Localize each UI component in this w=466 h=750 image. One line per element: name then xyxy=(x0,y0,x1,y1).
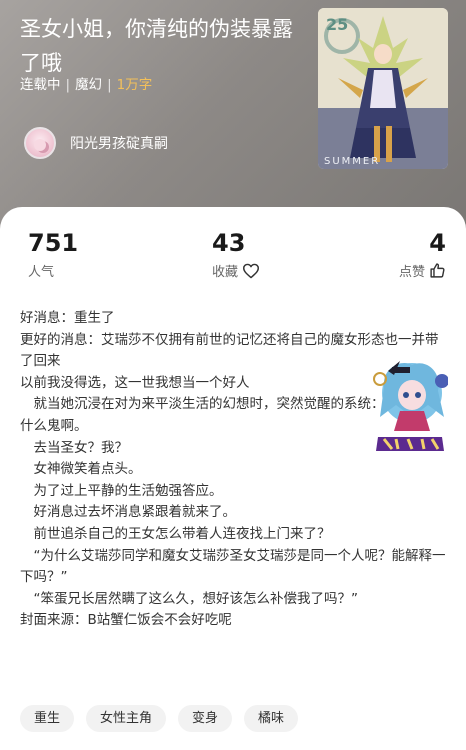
book-detail-card: 751 人气 43 收藏 4 点赞 好消息：重生了 更好的消息：艾瑞莎不仅拥有前… xyxy=(0,207,466,750)
popularity-value: 751 xyxy=(28,229,79,257)
book-title: 圣女小姐，你清纯的伪装暴露了哦 xyxy=(20,17,293,75)
synopsis-line: 女神微笑着点头。 xyxy=(33,461,142,478)
synopsis-line: 前世追杀自己的王女怎么带着人连夜找上门来了？ xyxy=(33,525,331,542)
tag-list: 重生 女性主角 变身 橘味 xyxy=(20,705,310,732)
likes-stat[interactable]: 4 点赞 xyxy=(399,229,446,280)
svg-text:SUMMER: SUMMER xyxy=(324,156,380,167)
book-genre[interactable]: 魔幻 xyxy=(75,77,102,93)
author-row[interactable]: 阳光男孩碇真嗣 xyxy=(24,126,168,160)
cover-illustration: 25 SUMMER xyxy=(318,8,448,169)
book-meta: 连载中 | 魔幻 | 1万字 xyxy=(20,77,153,93)
popularity-stat: 751 人气 xyxy=(28,229,78,280)
heart-icon[interactable] xyxy=(242,263,260,279)
likes-label: 点赞 xyxy=(398,265,425,280)
thumbs-up-icon[interactable] xyxy=(429,262,446,279)
book-cover[interactable]: 25 SUMMER xyxy=(318,8,448,169)
synopsis-line: 封面来源：B站蟹仁饭会不会好吃呢 xyxy=(20,612,232,629)
synopsis-line: 好消息过去坏消息紧跟着就来了。 xyxy=(33,504,237,521)
synopsis-line: 好消息：重生了 xyxy=(20,310,115,326)
favorites-label: 收藏 xyxy=(212,265,239,280)
author-avatar[interactable] xyxy=(24,127,56,159)
synopsis-line: “笨蛋兄长居然瞒了这么久，想好该怎么补偿我了吗？” xyxy=(33,590,359,607)
favorites-value: 43 xyxy=(212,229,246,257)
svg-text:25: 25 xyxy=(326,15,348,34)
popularity-label: 人气 xyxy=(28,265,55,280)
book-status: 连载中 xyxy=(20,77,61,93)
tag-chip[interactable]: 重生 xyxy=(20,705,75,732)
book-word-count: 1万字 xyxy=(116,77,153,93)
author-name[interactable]: 阳光男孩碇真嗣 xyxy=(70,133,168,153)
tag-chip[interactable]: 变身 xyxy=(178,705,233,732)
synopsis-line: “为什么艾瑞莎同学和魔女艾瑞莎圣女艾瑞莎是同一个人呢？能解释一下吗？” xyxy=(20,547,446,586)
tag-chip[interactable]: 女性主角 xyxy=(86,705,167,732)
book-header: 圣女小姐，你清纯的伪装暴露了哦 连载中 | 魔幻 | 1万字 阳光男孩碇真嗣 25 SU… xyxy=(0,0,466,230)
tag-chip[interactable]: 橘味 xyxy=(244,705,299,732)
likes-value: 4 xyxy=(429,229,446,257)
character-badge-sticker[interactable] xyxy=(372,357,448,455)
synopsis-line: 为了过上平静的生活勉强答应。 xyxy=(33,482,223,499)
favorites-stat[interactable]: 43 收藏 xyxy=(212,229,260,280)
